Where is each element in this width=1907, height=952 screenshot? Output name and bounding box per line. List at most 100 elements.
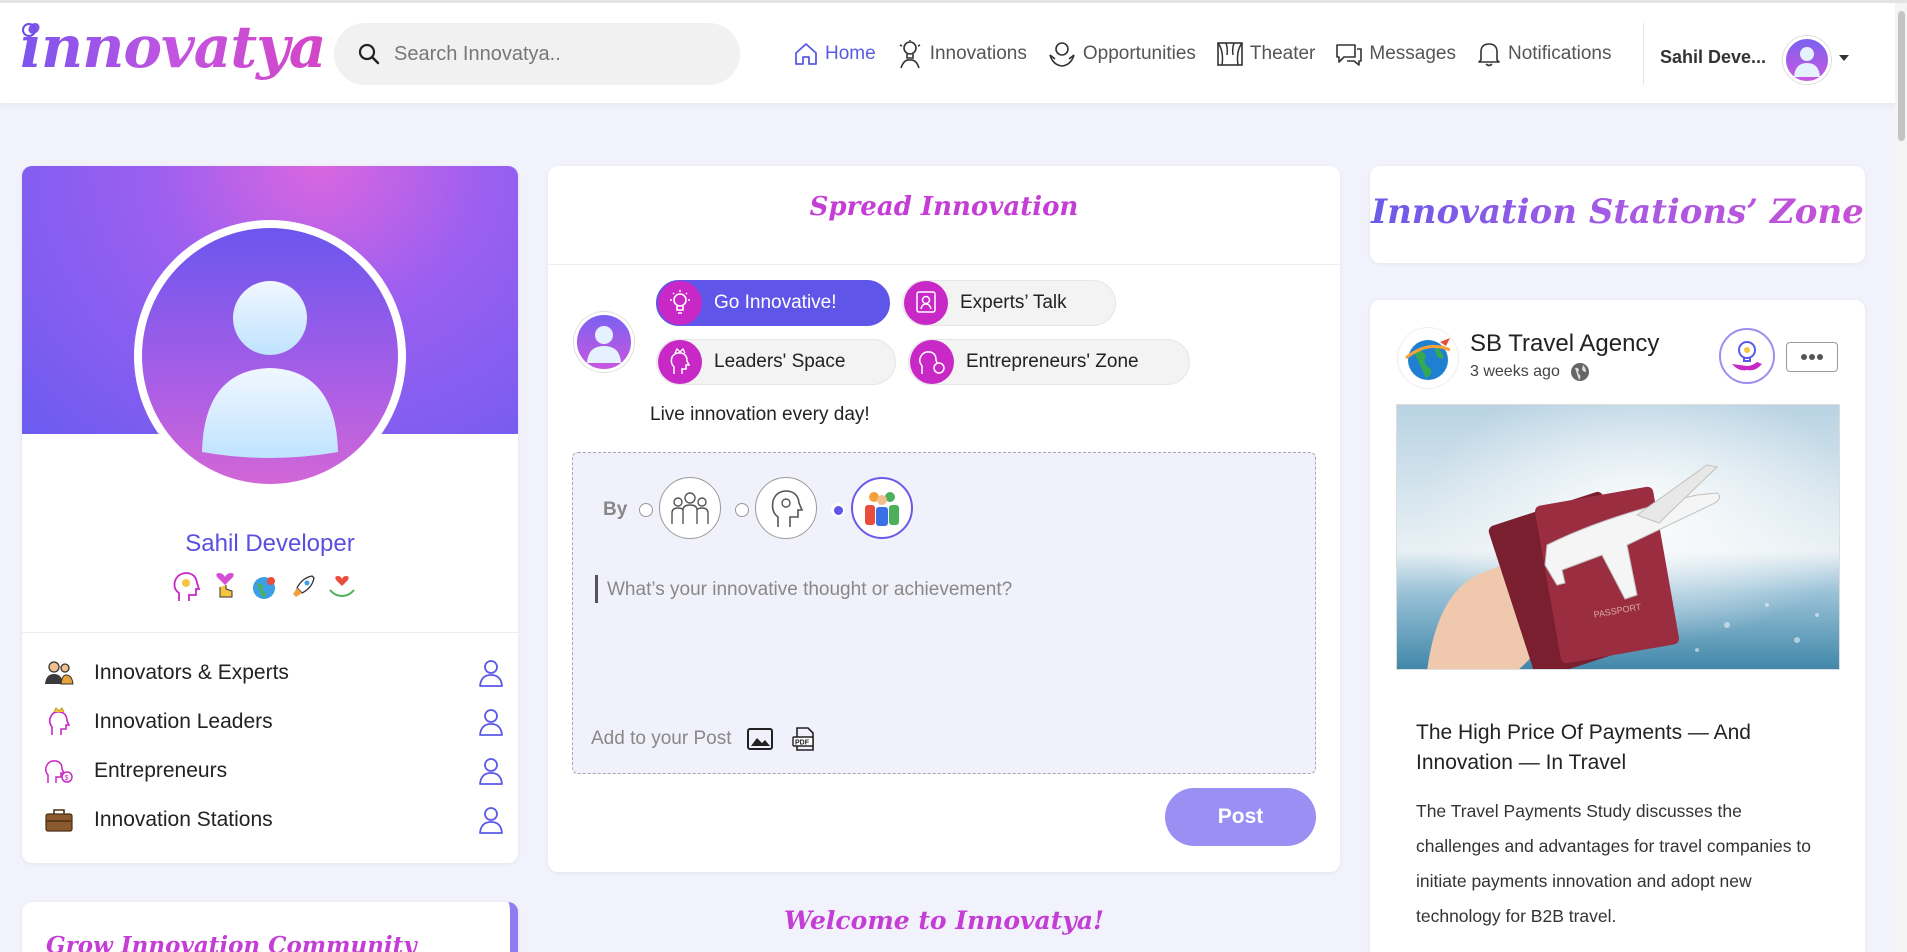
svg-text:PDF: PDF	[795, 740, 810, 747]
by-radio-group[interactable]	[639, 503, 653, 517]
menu-innovators-experts[interactable]: Innovators & Experts	[44, 648, 504, 697]
category-label: Go Innovative!	[714, 292, 837, 313]
user-outline-icon[interactable]	[478, 805, 504, 835]
search-input[interactable]	[394, 42, 714, 66]
hands-heart-badge-icon	[326, 571, 358, 603]
compose-box[interactable]: By What’s your innovative thought or ach…	[572, 452, 1316, 774]
menu-innovation-stations[interactable]: Innovation Stations	[44, 795, 504, 844]
grow-community-card: Grow Innovation Community	[22, 902, 518, 952]
profile-card: Sahil Developer Innovators & Experts Inn…	[22, 166, 518, 863]
colorful-team-icon	[865, 492, 899, 526]
nav-divider	[1643, 23, 1644, 85]
menu-innovation-leaders[interactable]: Innovation Leaders	[44, 697, 504, 746]
leader-icon	[44, 706, 74, 737]
nav-opportunities-label: Opportunities	[1082, 43, 1196, 64]
category-label: Leaders' Space	[714, 351, 846, 372]
heart-hand-badge-icon	[209, 571, 241, 603]
nav-innovations-label: Innovations	[929, 43, 1027, 64]
post-author[interactable]: SB Travel Agency	[1470, 330, 1659, 358]
bell-icon	[1478, 43, 1500, 67]
nav-notifications-label: Notifications	[1507, 43, 1612, 64]
nav-home-label: Home	[825, 43, 876, 64]
nav-opportunities[interactable]: Opportunities	[1047, 39, 1196, 69]
user-outline-icon[interactable]	[478, 707, 504, 737]
globe-badge-icon	[248, 571, 280, 603]
rocket-badge-icon	[287, 571, 319, 603]
menu-label: Entrepreneurs	[94, 758, 228, 782]
top-header: innovatya Home Innovations Opportunities…	[0, 3, 1907, 103]
stations-zone-card: Innovation Stations’ Zone	[1370, 166, 1865, 263]
page-scrollbar[interactable]	[1895, 3, 1907, 952]
user-outline-icon[interactable]	[478, 658, 504, 688]
expert-talk-icon	[904, 281, 948, 325]
innovator-badge-icon	[170, 571, 202, 603]
grow-community-title: Grow Innovation Community	[46, 932, 417, 952]
profile-badges	[170, 571, 365, 603]
category-experts-talk[interactable]: Experts’ Talk	[902, 280, 1116, 326]
feed-post-card: SB Travel Agency 3 weeks ago PASSPORT Th…	[1370, 300, 1865, 952]
composer-avatar[interactable]	[574, 312, 634, 372]
category-go-innovative[interactable]: Go Innovative!	[656, 280, 890, 326]
nav-home[interactable]: Home	[793, 41, 876, 67]
user-outline-icon[interactable]	[478, 756, 504, 786]
profile-menu: Innovators & Experts Innovation Leaders …	[44, 648, 504, 844]
nav-notifications[interactable]: Notifications	[1476, 40, 1612, 68]
by-option-organization[interactable]	[851, 477, 913, 539]
lightbulb-icon	[658, 281, 702, 325]
by-radio-individual[interactable]	[735, 503, 749, 517]
user-name[interactable]: Sahil Deve...	[1660, 47, 1766, 68]
image-icon[interactable]	[745, 725, 775, 753]
post-headline[interactable]: The High Price Of Payments — And Innovat…	[1416, 718, 1826, 778]
people-icon	[44, 658, 74, 688]
by-option-group[interactable]	[659, 477, 721, 539]
add-to-post-label: Add to your Post	[591, 728, 732, 749]
category-leaders-space[interactable]: Leaders' Space	[656, 339, 896, 385]
logo-gear-icon	[22, 23, 36, 37]
pdf-icon[interactable]: PDF	[789, 725, 819, 753]
nav-messages[interactable]: Messages	[1335, 41, 1456, 67]
category-entrepreneurs-zone[interactable]: Entrepreneurs' Zone	[908, 339, 1190, 385]
agency-logo[interactable]	[1398, 328, 1458, 388]
innovatya-logo[interactable]: innovatya	[20, 13, 326, 81]
compose-placeholder[interactable]: What’s your innovative thought or achiev…	[607, 579, 1012, 601]
by-label: By	[603, 499, 628, 520]
public-globe-icon	[1570, 363, 1589, 381]
user-avatar[interactable]	[1783, 36, 1831, 84]
search-icon	[358, 43, 380, 65]
nav-innovations[interactable]: Innovations	[896, 39, 1027, 69]
post-more-options-icon[interactable]	[1786, 342, 1838, 372]
menu-label: Innovators & Experts	[94, 660, 289, 684]
by-radio-organization[interactable]	[831, 503, 845, 517]
entrepreneur-icon: $	[44, 756, 74, 786]
category-label: Entrepreneurs' Zone	[966, 351, 1139, 372]
default-avatar-icon	[202, 281, 338, 458]
home-icon	[795, 43, 817, 65]
add-to-post-bar: Add to your Post PDF	[591, 725, 819, 753]
leader-icon	[658, 340, 702, 384]
post-button[interactable]: Post	[1165, 788, 1316, 846]
profile-name[interactable]: Sahil Developer	[22, 530, 518, 558]
scrollbar-thumb[interactable]	[1898, 11, 1905, 141]
innovator-head-icon	[771, 490, 804, 527]
by-option-individual[interactable]	[755, 477, 817, 539]
stations-zone-title: Innovation Stations’ Zone	[1371, 192, 1864, 232]
airplane-passport-image: PASSPORT	[1397, 405, 1839, 669]
category-label: Experts’ Talk	[960, 292, 1067, 313]
nav-theater-label: Theater	[1249, 43, 1316, 64]
post-body: The Travel Payments Study discusses the …	[1416, 801, 1811, 926]
theater-icon	[1217, 42, 1243, 66]
svg-text:$: $	[65, 775, 69, 782]
post-image[interactable]: PASSPORT	[1396, 404, 1840, 670]
nav-theater[interactable]: Theater	[1216, 41, 1315, 67]
text-cursor	[595, 575, 598, 603]
globe-logo-icon	[1405, 338, 1451, 380]
default-avatar-icon	[1794, 47, 1820, 77]
profile-photo[interactable]	[142, 228, 398, 484]
innovation-station-badge-icon[interactable]	[1719, 328, 1775, 384]
menu-entrepreneurs[interactable]: $ Entrepreneurs	[44, 746, 504, 795]
briefcase-icon	[44, 805, 74, 835]
user-menu-caret-icon[interactable]	[1839, 55, 1849, 61]
entrepreneur-icon	[910, 340, 954, 384]
search-bar[interactable]	[334, 23, 740, 85]
messages-icon	[1336, 44, 1363, 66]
